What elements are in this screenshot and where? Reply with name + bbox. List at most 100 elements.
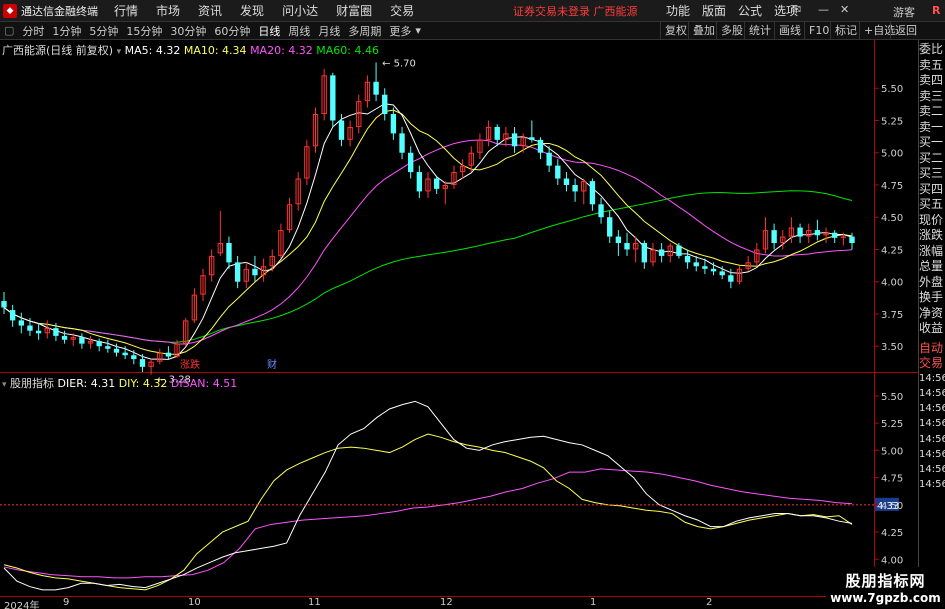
price-tick-label: 5.25 (881, 116, 903, 127)
candle (814, 219, 821, 241)
candle (442, 181, 448, 205)
candle (433, 175, 440, 195)
candle-body (615, 236, 622, 244)
x-label-12: 12 (440, 597, 453, 608)
candle-body (555, 165, 561, 179)
candle-body (399, 133, 405, 153)
candle (416, 165, 423, 198)
candle (684, 249, 691, 269)
event-mark-cai: 财 (267, 358, 277, 371)
candle-body (546, 152, 552, 166)
candle-body (641, 243, 648, 263)
candle (278, 223, 284, 259)
x-label-11: 11 (308, 597, 321, 608)
candle-body (728, 275, 734, 282)
candle (408, 146, 414, 179)
quote-label: 买二 (919, 150, 944, 165)
candle (243, 262, 249, 289)
chart-frame (0, 40, 919, 609)
quote-label: 卖四 (919, 73, 944, 87)
price-tick-label: 4.00 (881, 278, 903, 289)
candle (157, 348, 163, 365)
candle (364, 75, 371, 108)
quote-label: 买五 (919, 197, 944, 211)
candle-body (494, 126, 500, 140)
candle-body (61, 335, 68, 340)
quote-label: 买三 (919, 166, 944, 180)
candle (35, 322, 42, 340)
candle (650, 243, 656, 267)
candle-body (79, 337, 85, 344)
candle (191, 288, 198, 323)
trade-time: 14:56 (919, 464, 945, 475)
moving-averages (3, 103, 853, 360)
candle (79, 333, 85, 349)
candle (44, 320, 50, 339)
x-label-9: 9 (63, 597, 70, 608)
candle (598, 197, 604, 224)
candle (312, 107, 319, 153)
diy-label: DIY: 4.32 (118, 377, 168, 390)
candle (131, 350, 137, 365)
x-label-10: 10 (188, 597, 201, 608)
candle-body (27, 325, 33, 331)
candle (520, 133, 526, 153)
trade-time: 14:56 (919, 372, 945, 384)
quote-label: 总量 (919, 259, 944, 273)
candle-body (234, 262, 241, 282)
candle (390, 107, 397, 140)
candles (1, 62, 855, 375)
quote-label: 卖一 (919, 119, 944, 134)
stock-title: 广西能源(日线 前复权) (2, 44, 114, 57)
x-label-1: 1 (590, 597, 597, 608)
quote-label: 买一 (919, 135, 944, 149)
indicator-tick-label: 5.50 (881, 392, 903, 403)
candle (425, 172, 431, 198)
diy-line (3, 433, 853, 591)
quote-panel: 委比 卖五 卖四 卖三 卖二 卖一 买一 买二 买三 买四 买五 现价 涨跌 涨幅 总量 外盘 换手 净资 收益 自动… (919, 42, 945, 492)
candle (572, 178, 578, 202)
candle (806, 223, 812, 244)
candle (555, 159, 561, 185)
quote-label: 涨幅 (919, 243, 944, 258)
candle-body (416, 172, 423, 192)
trade-time: 14:56 (919, 388, 945, 400)
ma5-line (3, 103, 853, 360)
high-price-label: ← 5.70 (382, 58, 416, 69)
quote-label: 自动 (919, 340, 944, 355)
dier-label: DIER: 4.31 (57, 377, 116, 390)
candle-body (226, 243, 232, 263)
candle-body (105, 346, 111, 349)
candle-body (511, 133, 518, 147)
candle-body (382, 94, 388, 115)
candle (537, 137, 544, 160)
candle-body (18, 320, 24, 326)
indicator-lines: 4.33 (0, 400, 899, 591)
candle-body (849, 236, 855, 244)
candle-body (702, 266, 708, 269)
candle-body (35, 330, 42, 334)
candle (347, 120, 353, 147)
candle (286, 197, 293, 233)
candle (87, 335, 94, 349)
candle (200, 268, 206, 302)
quote-label: 交易 (919, 355, 944, 370)
candle (632, 236, 639, 263)
candle (321, 68, 327, 121)
watermark-line2: www.7gpzb.com (830, 591, 941, 605)
indicator-name: 股朋指标 (10, 377, 55, 390)
candle (217, 210, 224, 256)
candle-body (529, 137, 535, 140)
ma60-line (3, 190, 853, 343)
candle (295, 172, 301, 211)
candle (105, 339, 111, 353)
quote-label: 卖三 (919, 88, 944, 103)
candle-body (433, 178, 440, 189)
candle (234, 255, 241, 289)
candle (667, 243, 673, 263)
candle (771, 223, 777, 250)
quote-label: 现价 (919, 212, 944, 227)
candle-body (165, 352, 172, 357)
kline-chart[interactable]: 4.33 5.50 5.25 5.00 4.75 4.50 4.25 4.00 3.75 3.5… (0, 0, 945, 609)
x-label-2: 2 (706, 597, 713, 608)
